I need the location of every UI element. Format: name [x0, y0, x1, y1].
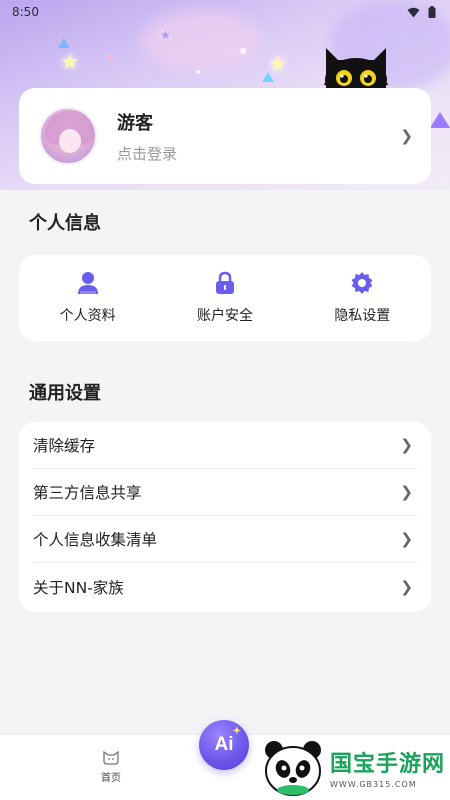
- watermark: 国宝手游网 WWW.GB315.COM: [262, 735, 450, 800]
- personal-info-card: 个人资料 账户安全 隐私设置: [19, 255, 431, 341]
- chevron-right-icon: ❯: [400, 483, 413, 501]
- chevron-right-icon: ❯: [400, 127, 413, 145]
- account-security-button[interactable]: 账户安全: [156, 255, 293, 341]
- about-label: 关于NN-家族: [33, 578, 124, 597]
- tab-home[interactable]: 首页: [90, 751, 132, 784]
- gear-icon: [351, 272, 373, 294]
- about-row[interactable]: 关于NN-家族 ❯: [33, 563, 417, 610]
- watermark-title: 国宝手游网: [330, 751, 446, 776]
- sparkle-icon: ✦: [232, 726, 241, 737]
- chevron-right-icon: ❯: [400, 577, 413, 596]
- status-bar: 8:50: [0, 0, 450, 24]
- privacy-settings-label: 隐私设置: [334, 308, 391, 324]
- chevron-right-icon: ❯: [400, 436, 413, 454]
- info-collection-list-label: 个人信息收集清单: [33, 531, 158, 549]
- login-prompt[interactable]: 点击登录: [117, 143, 177, 164]
- profile-info-button[interactable]: 个人资料: [19, 255, 156, 341]
- watermark-url: WWW.GB315.COM: [330, 780, 417, 789]
- lock-icon: [215, 271, 234, 294]
- user-icon: [77, 272, 98, 294]
- privacy-settings-button[interactable]: 隐私设置: [294, 255, 431, 341]
- star-decoration: ★: [60, 50, 80, 75]
- profile-card[interactable]: 游客 点击登录 ❯: [19, 88, 431, 184]
- profile-name: 游客: [117, 112, 153, 134]
- tab-home-label: 首页: [101, 773, 121, 784]
- general-settings-title: 通用设置: [29, 383, 101, 404]
- clear-cache-row[interactable]: 清除缓存 ❯: [33, 422, 417, 469]
- third-party-sharing-row[interactable]: 第三方信息共享 ❯: [33, 469, 417, 516]
- wifi-icon: [407, 7, 420, 17]
- third-party-sharing-label: 第三方信息共享: [33, 484, 142, 502]
- profile-info-label: 个人资料: [59, 308, 116, 324]
- status-time: 8:50: [12, 5, 39, 19]
- personal-info-title: 个人信息: [29, 213, 101, 234]
- ai-button[interactable]: Ai ✦: [199, 720, 249, 770]
- chevron-right-icon: ❯: [400, 530, 413, 548]
- ai-button-label: Ai: [214, 734, 234, 755]
- info-collection-list-row[interactable]: 个人信息收集清单 ❯: [33, 516, 417, 563]
- star-decoration: ★: [160, 28, 171, 42]
- avatar[interactable]: [39, 107, 97, 165]
- account-security-label: 账户安全: [196, 308, 253, 324]
- cat-home-icon: [103, 751, 119, 765]
- general-settings-card: 清除缓存 ❯ 第三方信息共享 ❯ 个人信息收集清单 ❯ 关于NN-家族 ❯: [19, 422, 431, 612]
- clear-cache-label: 清除缓存: [33, 437, 96, 455]
- panda-logo-icon: [265, 740, 321, 796]
- battery-icon: [428, 6, 436, 18]
